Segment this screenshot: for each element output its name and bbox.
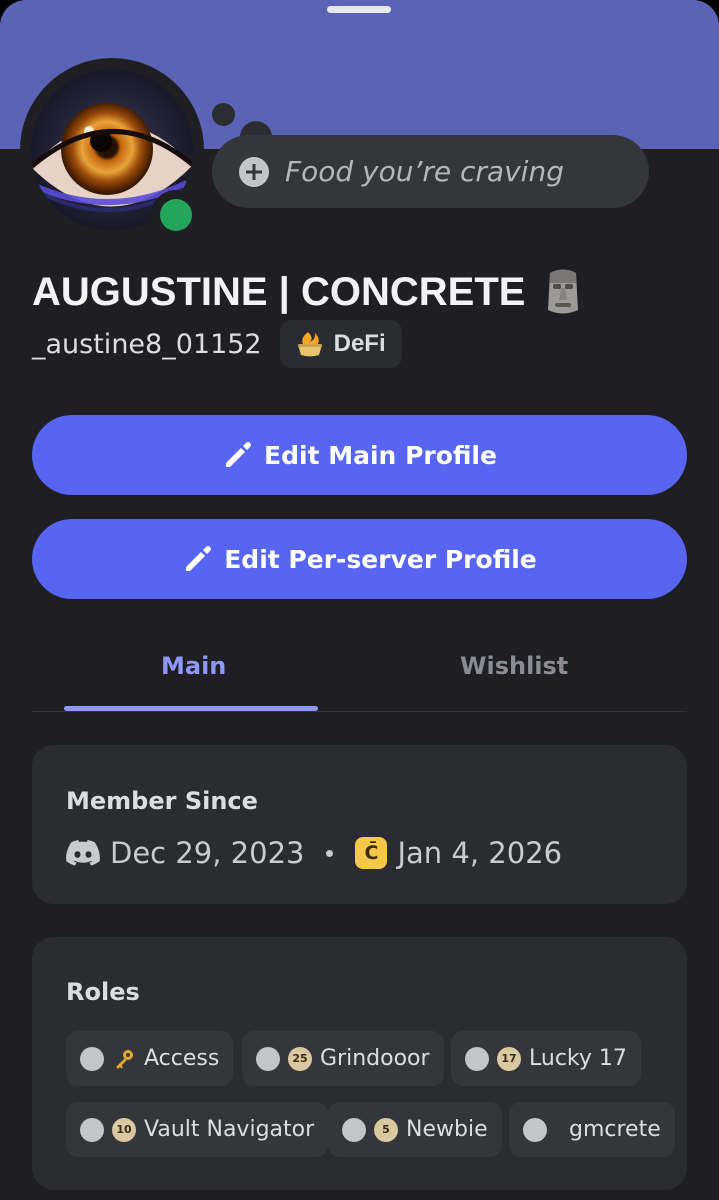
- username: _austine8_01152: [32, 328, 262, 360]
- edit-per-server-profile-label: Edit Per-server Profile: [224, 544, 537, 574]
- role-color-dot: [80, 1117, 104, 1142]
- role-label: Newbie: [406, 1117, 488, 1142]
- role-pill[interactable]: 17 Lucky 17: [451, 1031, 641, 1086]
- online-status-icon: [160, 199, 192, 231]
- status-bubble-tail-small: [212, 103, 235, 126]
- profile-sheet: Food you’re craving AUGUSTINE | CONCRETE…: [0, 0, 719, 1200]
- role-pill[interactable]: Access: [66, 1031, 234, 1086]
- separator-dot: [326, 849, 334, 857]
- plus-circle-icon: [239, 156, 269, 187]
- badge-10-icon: 10: [112, 1117, 136, 1142]
- pencil-icon: [226, 442, 252, 467]
- badge-number: 25: [288, 1046, 312, 1071]
- server-icon: C̄: [355, 837, 388, 869]
- active-tab-indicator: [64, 706, 318, 711]
- role-color-dot: [80, 1046, 104, 1071]
- member-since-card: Member Since Dec 29, 2023 C̄ Jan 4, 2026: [32, 745, 687, 904]
- server-tag-label: DeFi: [333, 330, 386, 357]
- sheet-drag-handle[interactable]: [327, 6, 391, 13]
- roles-title: Roles: [66, 978, 140, 1006]
- pencil-icon: [186, 546, 212, 571]
- flame-pot-icon: [297, 332, 322, 357]
- edit-main-profile-button[interactable]: Edit Main Profile: [32, 415, 687, 495]
- discord-member-since-date: Dec 29, 2023: [110, 836, 305, 870]
- tab-main[interactable]: Main: [161, 652, 226, 680]
- server-member-since-date: Jan 4, 2026: [397, 836, 563, 870]
- display-name-text: AUGUSTINE | CONCRETE: [32, 269, 526, 314]
- moai-icon: [548, 269, 579, 314]
- edit-per-server-profile-button[interactable]: Edit Per-server Profile: [32, 519, 687, 599]
- profile-tabs: Main Wishlist: [32, 630, 687, 712]
- role-color-dot: [523, 1117, 547, 1142]
- roles-card: Roles Access 25 Grindooor 17 Lucky 17 10…: [32, 937, 687, 1190]
- role-label: Lucky 17: [529, 1046, 627, 1071]
- badge-number: 17: [497, 1046, 521, 1071]
- custom-status-input[interactable]: Food you’re craving: [212, 135, 649, 208]
- role-label: Vault Navigator: [144, 1117, 315, 1142]
- role-color-dot: [256, 1046, 280, 1071]
- role-label: Grindooor: [320, 1046, 430, 1071]
- badge-number: 5: [374, 1117, 398, 1142]
- badge-5-icon: 5: [374, 1117, 398, 1142]
- badge-number: 10: [112, 1117, 136, 1142]
- server-tag-chip[interactable]: DeFi: [279, 320, 402, 368]
- display-name: AUGUSTINE | CONCRETE: [32, 266, 585, 318]
- role-pill[interactable]: 5 Newbie: [328, 1102, 502, 1157]
- role-pill[interactable]: gmcrete: [509, 1102, 675, 1157]
- role-pill[interactable]: 10 Vault Navigator: [66, 1102, 329, 1157]
- member-since-title: Member Since: [66, 787, 258, 815]
- key-icon: [112, 1047, 136, 1071]
- badge-17-icon: 17: [497, 1046, 521, 1071]
- role-pill[interactable]: 25 Grindooor: [242, 1031, 444, 1086]
- role-color-dot: [342, 1117, 366, 1142]
- badge-25-icon: 25: [288, 1046, 312, 1071]
- discord-logo-icon: [66, 840, 100, 866]
- custom-status-placeholder: Food you’re craving: [285, 155, 564, 188]
- role-label: Access: [144, 1046, 220, 1071]
- username-row: _austine8_01152 DeFi: [32, 320, 402, 368]
- role-color-dot: [465, 1046, 489, 1071]
- tab-wishlist[interactable]: Wishlist: [460, 652, 568, 680]
- member-since-row: Dec 29, 2023 C̄ Jan 4, 2026: [66, 833, 562, 873]
- role-label: gmcrete: [569, 1117, 661, 1142]
- edit-main-profile-label: Edit Main Profile: [264, 440, 497, 470]
